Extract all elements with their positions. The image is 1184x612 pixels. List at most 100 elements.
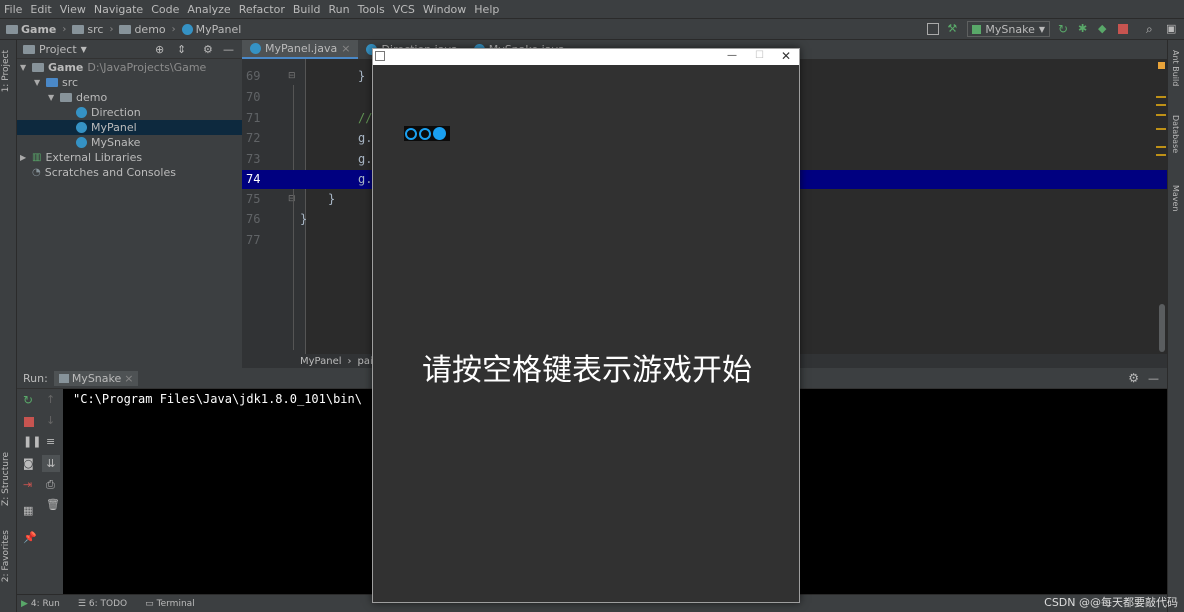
database-tool-button[interactable]: Database <box>1171 115 1180 153</box>
line-number: 69 <box>246 69 261 83</box>
pause-icon[interactable]: ❚❚ <box>23 436 41 447</box>
warning-marker[interactable] <box>1156 154 1166 156</box>
breadcrumb-src[interactable]: src <box>72 23 103 36</box>
line-number-current: 74 <box>246 172 261 186</box>
menu-window[interactable]: Window <box>419 3 470 16</box>
layout-icon[interactable]: ▦ <box>23 505 33 516</box>
layout-icon[interactable] <box>927 23 940 35</box>
menu-code[interactable]: Code <box>147 3 183 16</box>
minimize-window-button[interactable]: — <box>727 50 737 61</box>
gear-icon[interactable]: ⚙ <box>203 43 213 56</box>
ide-settings-icon[interactable]: ▣ <box>1166 23 1178 35</box>
source-folder-icon <box>46 78 58 87</box>
close-window-button[interactable]: ✕ <box>781 49 791 63</box>
chevron-right-icon[interactable]: ▶ <box>20 153 28 162</box>
menu-edit[interactable]: Edit <box>26 3 55 16</box>
game-window-titlebar[interactable]: — ☐ ✕ <box>373 49 799 65</box>
tree-item-demo[interactable]: ▼ demo <box>48 90 107 105</box>
menu-vcs[interactable]: VCS <box>389 3 419 16</box>
tree-item-game[interactable]: ▼ Game D:\JavaProjects\Game <box>20 60 206 75</box>
minimize-icon[interactable]: — <box>1148 372 1159 385</box>
menu-navigate[interactable]: Navigate <box>90 3 147 16</box>
tree-item-src[interactable]: ▼ src <box>34 75 78 90</box>
maven-tool-button[interactable]: Maven <box>1171 185 1180 212</box>
tree-item-mypanel[interactable]: MyPanel <box>17 120 242 135</box>
arrow-up-icon[interactable]: ↑ <box>46 394 56 405</box>
chevron-down-icon[interactable]: ▼ <box>48 93 56 102</box>
favorites-tool-button[interactable]: 2: Favorites <box>1 530 11 582</box>
print-icon[interactable]: ⎙ <box>46 479 56 490</box>
stop-icon[interactable] <box>1118 24 1128 34</box>
menu-build[interactable]: Build <box>289 3 325 16</box>
close-icon[interactable]: × <box>341 42 350 55</box>
stop-icon[interactable] <box>24 417 34 427</box>
breadcrumb-package[interactable]: demo <box>119 23 166 36</box>
editor-scrollbar[interactable] <box>1159 304 1165 352</box>
chevron-down-icon[interactable]: ▼ <box>20 63 28 72</box>
chevron-down-icon[interactable]: ▼ <box>34 78 42 87</box>
menu-refactor[interactable]: Refactor <box>235 3 289 16</box>
terminal-tool-button[interactable]: ▭ Terminal <box>145 599 195 609</box>
menu-analyze[interactable]: Analyze <box>183 3 234 16</box>
close-icon[interactable]: × <box>124 372 133 385</box>
gear-icon[interactable]: ⚙ <box>1128 371 1139 385</box>
warning-marker[interactable] <box>1156 96 1166 98</box>
ant-build-tool-button[interactable]: Ant Build <box>1171 50 1180 86</box>
fold-icon[interactable]: ⊟ <box>288 71 296 81</box>
debug-icon[interactable]: ✱ <box>1078 23 1090 35</box>
breadcrumb-project[interactable]: Game <box>6 23 56 36</box>
rerun-icon[interactable]: ↻ <box>23 394 33 406</box>
collapse-all-icon[interactable]: ⇕ <box>177 43 186 56</box>
inspection-status-icon[interactable] <box>1158 62 1165 69</box>
project-tool-button[interactable]: 1: Project <box>1 50 11 92</box>
tab-run-mysnake[interactable]: MySnake × <box>53 370 139 386</box>
project-panel-header: Project ▼ ⊕ ⇕ ⚙ — <box>17 40 242 59</box>
menu-view[interactable]: View <box>56 3 90 16</box>
chevron-down-icon[interactable]: ▼ <box>81 45 87 54</box>
class-icon <box>181 23 193 35</box>
menu-help[interactable]: Help <box>470 3 503 16</box>
tab-mypanel[interactable]: MyPanel.java × <box>242 40 359 59</box>
todo-tool-button[interactable]: ☰ 6: TODO <box>78 599 127 609</box>
hammer-icon[interactable]: ⚒ <box>947 23 959 35</box>
warning-marker[interactable] <box>1156 128 1166 130</box>
warning-marker[interactable] <box>1156 104 1166 106</box>
class-icon <box>76 137 87 148</box>
run-tool-label: 4: Run <box>30 598 60 609</box>
warning-marker[interactable] <box>1156 146 1166 148</box>
coverage-icon[interactable]: ◆ <box>1098 23 1110 35</box>
menu-tools[interactable]: Tools <box>354 3 389 16</box>
locate-icon[interactable]: ⊕ <box>155 43 164 56</box>
tree-item-label: src <box>62 76 79 89</box>
tree-item-external-libraries[interactable]: ▶ ▥ External Libraries <box>20 150 142 165</box>
project-panel-title[interactable]: Project <box>39 43 77 56</box>
pin-icon[interactable]: 📌 <box>23 532 37 543</box>
fold-icon[interactable]: ⊟ <box>288 194 296 204</box>
soft-wrap-icon[interactable]: ≡ <box>46 436 56 447</box>
tree-item-scratches[interactable]: ◔ Scratches and Consoles <box>32 165 176 180</box>
tree-item-mysnake[interactable]: MySnake <box>76 135 140 150</box>
menu-file[interactable]: File <box>0 3 26 16</box>
line-number: 76 <box>246 212 261 226</box>
breadcrumb-class[interactable]: MyPanel <box>300 356 342 367</box>
enum-icon <box>76 107 87 118</box>
breadcrumb-file[interactable]: MyPanel <box>181 23 241 36</box>
minimize-icon[interactable]: — <box>223 43 234 56</box>
rerun-icon[interactable]: ↻ <box>1058 23 1070 35</box>
game-window[interactable]: — ☐ ✕ 请按空格键表示游戏开始 <box>372 48 800 603</box>
structure-tool-button[interactable]: Z: Structure <box>1 452 11 506</box>
trash-icon[interactable]: 🗑 <box>46 499 60 510</box>
run-config-select[interactable]: MySnake ▼ <box>967 21 1050 37</box>
folder-icon <box>23 44 35 54</box>
maximize-window-button[interactable]: ☐ <box>755 50 764 61</box>
search-icon[interactable]: ⌕ <box>1146 23 1158 35</box>
java-cup-icon <box>375 51 385 61</box>
tree-item-direction[interactable]: Direction <box>76 105 141 120</box>
run-tool-button[interactable]: ▶ 4: Run <box>21 599 60 609</box>
scroll-to-end-icon[interactable]: ⇊ <box>42 455 60 472</box>
menu-run[interactable]: Run <box>325 3 354 16</box>
arrow-down-icon[interactable]: ↓ <box>46 415 56 426</box>
exit-icon[interactable]: ⇥ <box>23 479 33 490</box>
warning-marker[interactable] <box>1156 114 1166 116</box>
camera-icon[interactable]: ◙ <box>23 458 34 469</box>
